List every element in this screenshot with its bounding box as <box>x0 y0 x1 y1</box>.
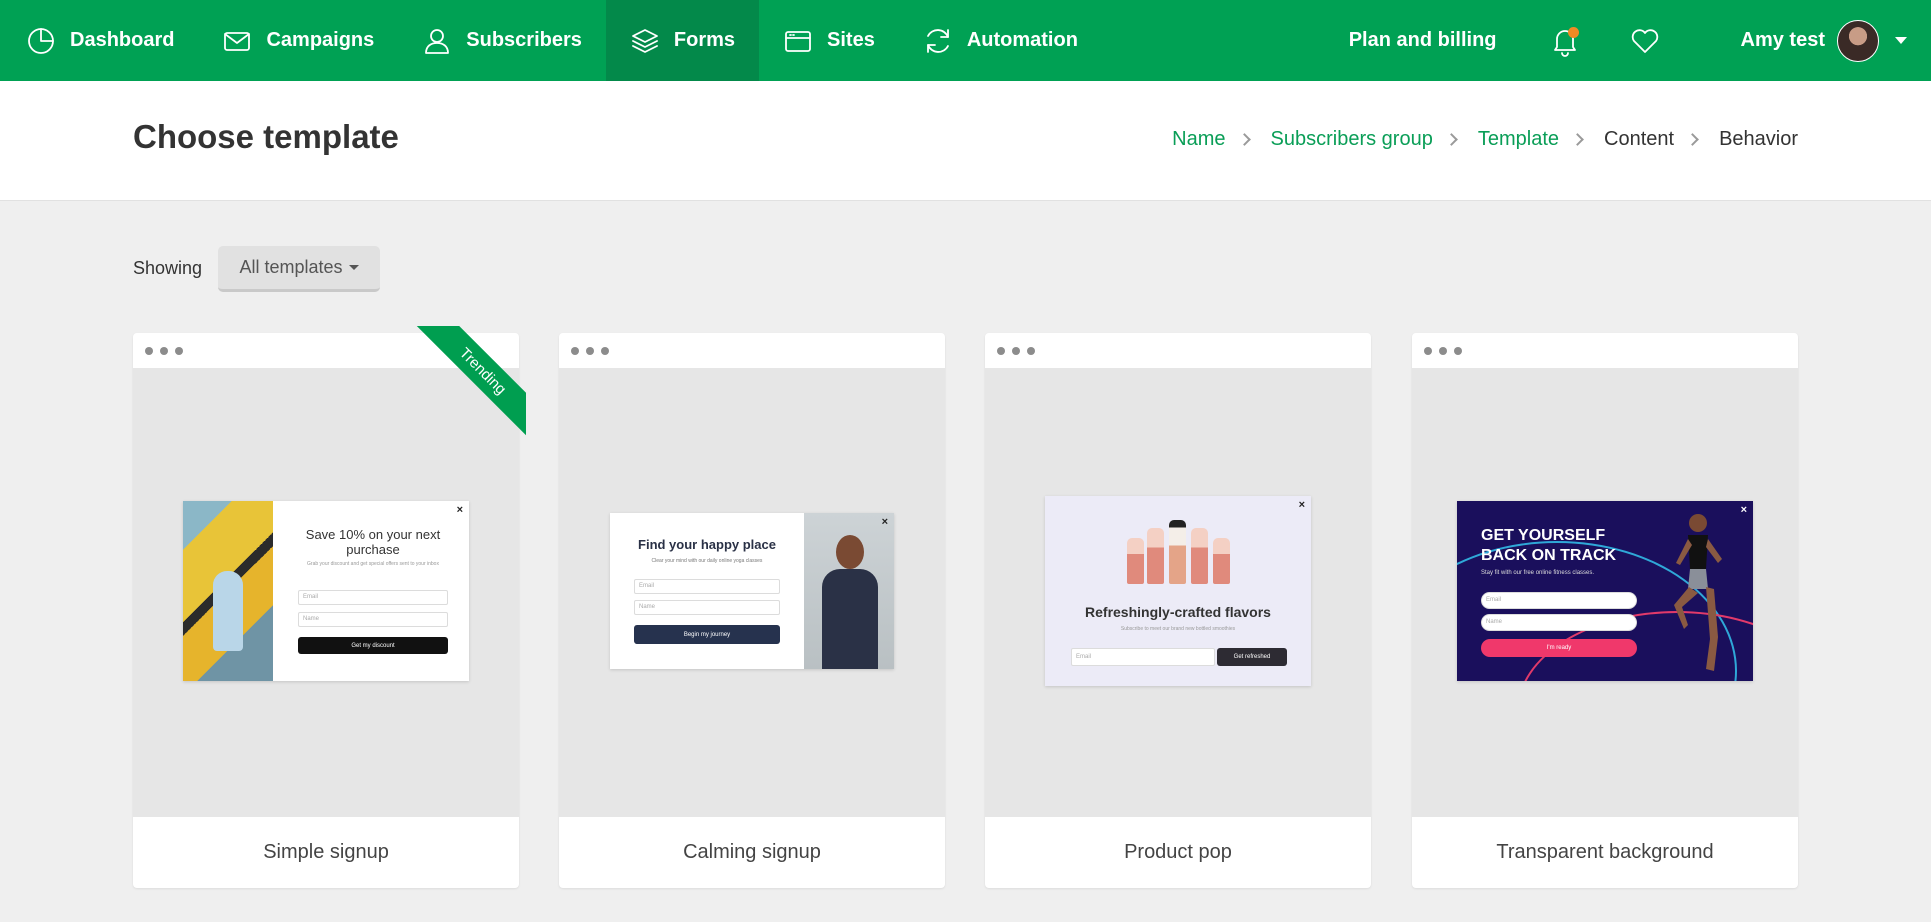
breadcrumb: Name Subscribers group Template Content … <box>1172 128 1798 151</box>
notifications-button[interactable] <box>1549 25 1581 57</box>
popup-mockup: × Find your happy place Clear your mind … <box>610 513 894 669</box>
popup-heading: Save 10% on your next purchase <box>305 527 441 557</box>
popup-subtext: Grab your discount and get special offer… <box>307 561 439 567</box>
template-preview: × Refreshingly-crafted flavors Subscribe… <box>985 368 1371 817</box>
popup-mockup: × GET YOURSELF BACK ON TRACK Stay fit wi… <box>1457 501 1753 681</box>
popup-submit-button: Begin my journey <box>634 625 780 644</box>
envelope-icon <box>224 31 251 51</box>
popup-email-field: Email <box>1071 648 1215 666</box>
close-icon: × <box>1298 499 1305 511</box>
window-dots-icon <box>571 347 616 355</box>
popup-subtext: Stay fit with our free online fitness cl… <box>1481 570 1595 576</box>
layers-icon <box>631 28 658 53</box>
template-name: Product pop <box>1124 841 1232 863</box>
popup-submit-button: Get refreshed <box>1217 648 1287 666</box>
browser-window-icon <box>785 30 811 52</box>
popup-submit-button: Get my discount <box>298 637 448 654</box>
popup-email-field: Email <box>634 579 780 594</box>
smoothie-bottles-image <box>1125 520 1235 584</box>
nav-item-automation[interactable]: Automation <box>899 0 1102 81</box>
nav-item-label: Subscribers <box>466 29 582 51</box>
popup-heading-line-1: GET YOURSELF <box>1481 527 1606 544</box>
popup-mockup: × Save 10% on your next purchase Grab yo… <box>183 501 469 681</box>
breadcrumb-step-content: Content <box>1604 128 1675 150</box>
page-header: Choose template Name Subscribers group T… <box>0 81 1931 201</box>
popup-subtext: Subscribe to meet our brand new bottled … <box>1120 626 1236 632</box>
chevron-right-icon <box>1444 133 1458 146</box>
close-icon: × <box>881 516 888 528</box>
breadcrumb-step-behavior: Behavior <box>1719 128 1798 150</box>
nav-item-dashboard[interactable]: Dashboard <box>0 0 198 81</box>
window-dots-icon <box>997 347 1042 355</box>
template-card-product-pop[interactable]: × Refreshingly-crafted flavors Subscribe… <box>985 333 1371 888</box>
user-menu[interactable]: Amy test <box>1740 19 1907 62</box>
popup-heading-line-2: BACK ON TRACK <box>1481 547 1617 564</box>
nav-item-forms[interactable]: Forms <box>605 0 760 81</box>
popup-mockup: × Refreshingly-crafted flavors Subscribe… <box>1045 496 1311 686</box>
chevron-right-icon <box>1571 133 1584 146</box>
window-dots-icon <box>1424 347 1469 355</box>
breadcrumb-step-name[interactable]: Name <box>1172 128 1225 151</box>
dashboard-icon <box>28 27 54 54</box>
athlete-image <box>1674 514 1722 671</box>
nav-item-label: Sites <box>827 29 875 51</box>
trending-ribbon: Trending <box>416 326 526 436</box>
nav-item-label: Campaigns <box>266 29 375 51</box>
popup-email-field: Email <box>298 590 448 605</box>
template-preview: × Find your happy place Clear your mind … <box>559 368 945 817</box>
template-filter-value: All templates <box>239 257 343 277</box>
template-card-transparent-background[interactable]: × GET YOURSELF BACK ON TRACK Stay fit wi… <box>1412 333 1798 888</box>
template-filter-dropdown[interactable]: All templates <box>218 246 380 292</box>
template-card-calming-signup[interactable]: × Find your happy place Clear your mind … <box>559 333 945 888</box>
notification-dot <box>1567 26 1579 38</box>
showing-label: Showing <box>133 258 203 278</box>
breadcrumb-step-subscribers-group[interactable]: Subscribers group <box>1271 128 1433 151</box>
template-name: Calming signup <box>683 841 821 863</box>
template-preview: × GET YOURSELF BACK ON TRACK Stay fit wi… <box>1412 368 1798 817</box>
top-navigation: Dashboard Campaigns Subscribers Forms Si… <box>0 0 1931 81</box>
user-icon <box>425 28 450 54</box>
ribbon-label: Trending <box>416 326 526 436</box>
plan-and-billing-link[interactable]: Plan and billing <box>1349 29 1497 52</box>
nav-item-label: Automation <box>966 29 1078 51</box>
template-name: Simple signup <box>263 841 389 863</box>
close-icon: × <box>1740 504 1747 516</box>
runner-graffiti-image <box>183 501 273 681</box>
template-name: Transparent background <box>1496 841 1714 863</box>
caret-down-icon <box>348 265 359 270</box>
popup-email-field: Email <box>1481 592 1637 609</box>
popup-heading: Refreshingly-crafted flavors <box>1085 604 1271 620</box>
popup-name-field: Name <box>298 612 448 627</box>
user-name: Amy test <box>1740 29 1825 51</box>
popup-subtext: Clear your mind with our daily online yo… <box>651 558 763 564</box>
refresh-icon <box>926 28 949 53</box>
popup-submit-button: I'm ready <box>1481 639 1637 657</box>
template-card-simple-signup[interactable]: × Save 10% on your next purchase Grab yo… <box>133 326 526 888</box>
nav-item-subscribers[interactable]: Subscribers <box>398 0 606 81</box>
nav-item-label: Forms <box>673 29 736 51</box>
window-dots-icon <box>145 347 190 355</box>
close-icon: × <box>456 504 463 516</box>
chevron-down-icon <box>1895 37 1907 44</box>
nav-right-group: Plan and billing Amy test <box>1349 0 1931 81</box>
yoga-woman-image <box>804 513 894 669</box>
chevron-right-icon <box>1686 133 1699 146</box>
avatar <box>1837 19 1879 62</box>
popup-name-field: Name <box>634 600 780 615</box>
nav-item-campaigns[interactable]: Campaigns <box>198 0 398 81</box>
favorites-button[interactable] <box>1629 25 1661 57</box>
page-title: Choose template <box>133 118 399 155</box>
nav-item-label: Dashboard <box>70 29 175 51</box>
heart-icon <box>1631 28 1658 53</box>
nav-item-sites[interactable]: Sites <box>759 0 899 81</box>
breadcrumb-step-template[interactable]: Template <box>1478 128 1559 151</box>
popup-name-field: Name <box>1481 614 1637 631</box>
popup-heading: Find your happy place <box>638 537 776 552</box>
chevron-right-icon <box>1237 133 1251 146</box>
